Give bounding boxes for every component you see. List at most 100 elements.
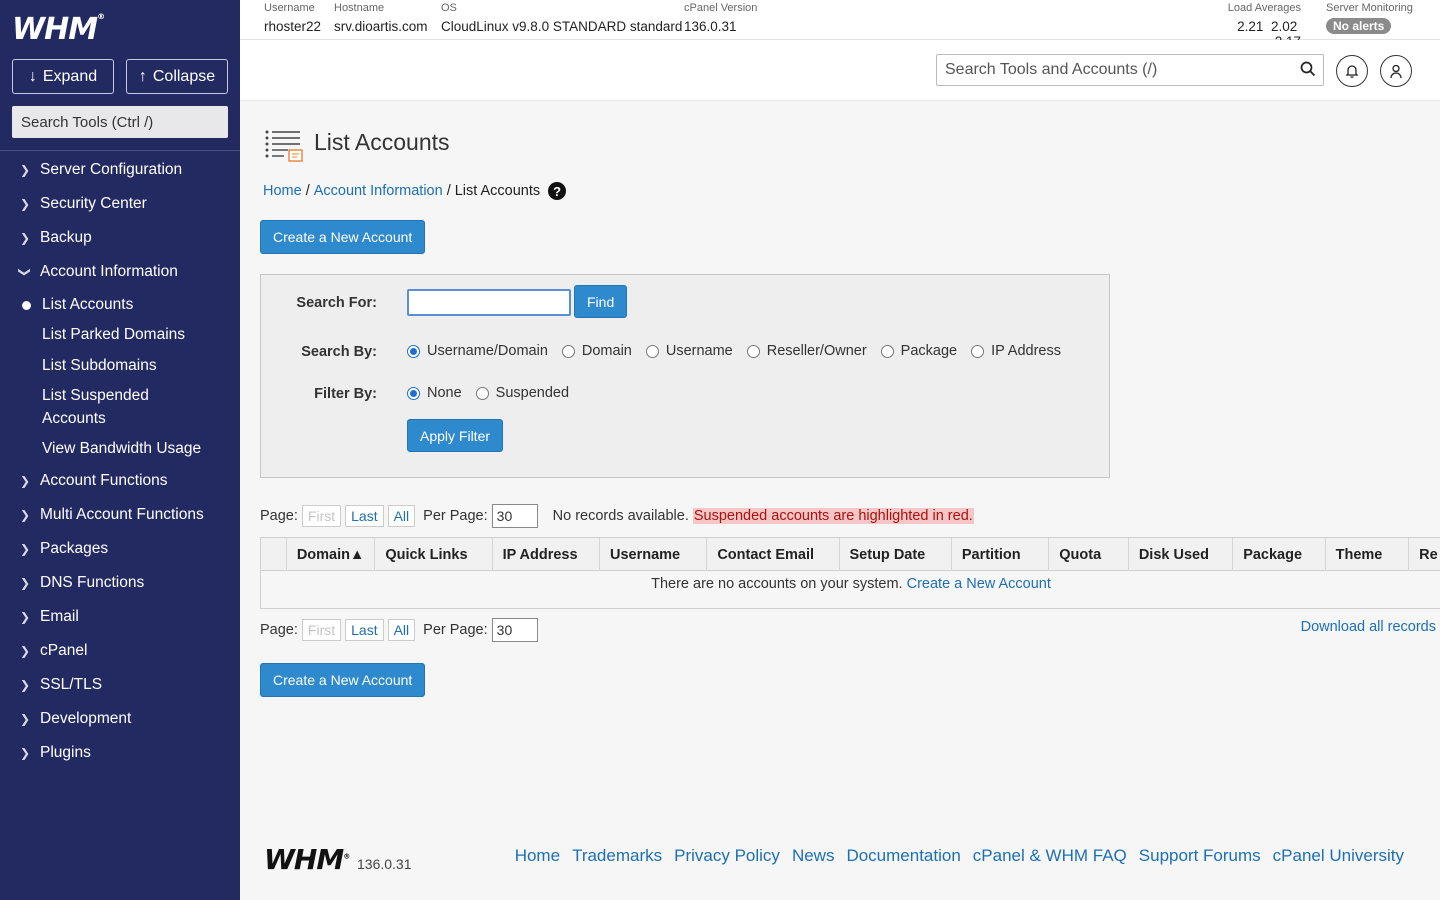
sidebar-search-input[interactable] (12, 106, 228, 138)
sidebar-item-plugins[interactable]: ❯ Plugins (20, 741, 91, 765)
column-header-disk-used[interactable]: Disk Used (1129, 538, 1234, 571)
load-1: 2.21 (1237, 19, 1264, 34)
radio-label: Username (665, 343, 733, 359)
sidebar-item-backup[interactable]: ❯ Backup (20, 226, 92, 250)
column-header-theme[interactable]: Theme (1326, 538, 1410, 571)
alerts-badge[interactable]: No alerts (1326, 18, 1392, 34)
header-search-bar (240, 40, 1440, 101)
radio-label: Package (900, 343, 958, 359)
sidebar-subitem-list-accounts[interactable]: List Accounts (22, 293, 222, 316)
chevron-right-icon: ❯ (20, 576, 31, 590)
sidebar-item-label: Plugins (40, 744, 91, 761)
empty-create-account-link[interactable]: Create a New Account (907, 576, 1051, 592)
cpanel-version-info: cPanel Version 136.0.31 (684, 2, 757, 34)
sidebar-subitem-list-suspended-accounts[interactable]: List Suspended Accounts (42, 384, 172, 430)
search-by-domain[interactable]: Domain (561, 343, 632, 359)
pager-all-button[interactable]: All (387, 505, 416, 527)
footer-link-news[interactable]: News (792, 846, 835, 866)
find-button[interactable]: Find (574, 285, 628, 318)
sidebar-subitem-list-subdomains[interactable]: List Subdomains (42, 354, 222, 377)
filter-none[interactable]: None (407, 385, 462, 401)
footer-link-trademarks[interactable]: Trademarks (572, 846, 662, 866)
create-account-button-top[interactable]: Create a New Account (260, 220, 426, 254)
per-page-label: Per Page: (423, 622, 488, 638)
breadcrumb-account-information[interactable]: Account Information (314, 183, 443, 199)
sidebar-item-security-center[interactable]: ❯ Security Center (20, 192, 147, 216)
help-icon[interactable]: ? (548, 182, 567, 200)
column-header-ip-address[interactable]: IP Address (493, 538, 600, 571)
breadcrumb-separator: / (446, 183, 451, 199)
username-info: Username rhoster22 (264, 2, 321, 34)
column-header-contact-email[interactable]: Contact Email (707, 538, 840, 571)
search-by-username[interactable]: Username (645, 343, 733, 359)
search-by-username-domain[interactable]: Username/Domain (407, 343, 548, 359)
global-search-input[interactable] (936, 54, 1324, 86)
column-header-setup-date[interactable]: Setup Date (840, 538, 952, 571)
sidebar-item-account-information[interactable]: ❯ Account Information (18, 260, 178, 284)
os-info: OS CloudLinux v9.8.0 STANDARD standard (441, 2, 682, 34)
search-icon[interactable] (1300, 61, 1316, 80)
footer-link-home[interactable]: Home (515, 846, 560, 866)
chevron-right-icon: ❯ (20, 712, 31, 726)
footer-link-cpanel-university[interactable]: cPanel University (1273, 846, 1404, 866)
sidebar-item-account-functions[interactable]: ❯ Account Functions (20, 469, 168, 493)
per-page-input[interactable]: 30 (491, 618, 538, 642)
sidebar-subitem-view-bandwidth-usage[interactable]: View Bandwidth Usage (42, 437, 222, 460)
search-for-input[interactable] (407, 289, 571, 316)
hostname-info: Hostname srv.dioartis.com (334, 2, 428, 34)
suspended-note: Suspended accounts are highlighted in re… (692, 508, 974, 524)
footer-link-privacy-policy[interactable]: Privacy Policy (674, 846, 780, 866)
sidebar-item-packages[interactable]: ❯ Packages (20, 537, 108, 561)
per-page-input[interactable]: 30 (491, 504, 538, 528)
chevron-right-icon: ❯ (20, 678, 31, 692)
sidebar-subitem-list-parked-domains[interactable]: List Parked Domains (42, 323, 222, 346)
footer-link-faq[interactable]: cPanel & WHM FAQ (973, 846, 1127, 866)
arrow-down-icon: ↓ (28, 67, 37, 85)
footer-whm-logo[interactable]: WHM® (264, 843, 350, 876)
breadcrumb-current: List Accounts (454, 183, 541, 199)
pager-all-button[interactable]: All (387, 619, 416, 641)
sidebar-item-development[interactable]: ❯ Development (20, 707, 131, 731)
sidebar: WHM® ↓ Expand ↑ Collapse ❯ Server Configura… (0, 0, 240, 900)
pager-top: Page: First Last All Per Page: 30 No rec… (260, 504, 974, 528)
pager-last-button[interactable]: Last (345, 619, 384, 641)
load-averages-label: Load Averages (1227, 2, 1301, 14)
column-header-quota[interactable]: Quota (1049, 538, 1129, 571)
sidebar-item-ssl-tls[interactable]: ❯ SSL/TLS (20, 673, 102, 697)
sidebar-item-label: Backup (40, 229, 92, 246)
sidebar-item-dns-functions[interactable]: ❯ DNS Functions (20, 571, 144, 595)
sidebar-item-email[interactable]: ❯ Email (20, 605, 79, 629)
sidebar-item-multi-account-functions[interactable]: ❯ Multi Account Functions (20, 503, 204, 527)
notifications-bell-button[interactable] (1336, 55, 1368, 87)
search-by-package[interactable]: Package (880, 343, 958, 359)
hostname-value: srv.dioartis.com (334, 19, 428, 34)
download-all-records-link[interactable]: Download all records (1301, 619, 1436, 635)
footer-link-documentation[interactable]: Documentation (846, 846, 960, 866)
column-header-quick-links[interactable]: Quick Links (375, 538, 493, 571)
breadcrumb-home[interactable]: Home (263, 183, 302, 199)
expand-button[interactable]: ↓ Expand (12, 59, 114, 94)
column-header-username[interactable]: Username (600, 538, 708, 571)
collapse-button[interactable]: ↑ Collapse (126, 59, 228, 94)
server-monitoring-label: Server Monitoring (1326, 2, 1413, 14)
sidebar-item-cpanel[interactable]: ❯ cPanel (20, 639, 87, 663)
pager-last-button[interactable]: Last (345, 505, 384, 527)
chevron-right-icon: ❯ (20, 746, 31, 760)
whm-logo[interactable]: WHM® (12, 12, 105, 47)
filter-suspended[interactable]: Suspended (475, 385, 569, 401)
user-menu-button[interactable] (1380, 55, 1412, 87)
column-header-package[interactable]: Package (1233, 538, 1326, 571)
radio-icon (971, 344, 985, 358)
column-header-partition[interactable]: Partition (952, 538, 1050, 571)
create-account-button-bottom[interactable]: Create a New Account (260, 663, 426, 697)
column-header-reseller[interactable]: Re (1409, 538, 1440, 571)
apply-filter-button[interactable]: Apply Filter (407, 419, 504, 452)
search-by-ip-address[interactable]: IP Address (971, 343, 1061, 359)
radio-icon (561, 344, 575, 358)
column-header-domain[interactable]: Domain▲ (287, 538, 376, 571)
footer-link-support-forums[interactable]: Support Forums (1139, 846, 1261, 866)
sidebar-item-server-configuration[interactable]: ❯ Server Configuration (20, 158, 182, 182)
page-label: Page: (260, 622, 298, 638)
sidebar-item-label: Account Functions (40, 472, 168, 489)
search-by-reseller-owner[interactable]: Reseller/Owner (746, 343, 867, 359)
